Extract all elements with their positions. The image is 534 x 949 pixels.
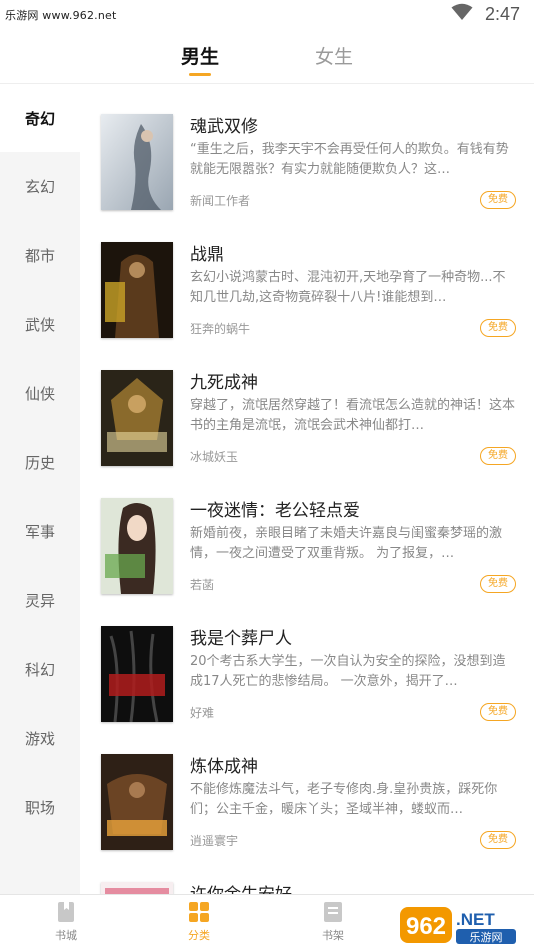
category-item-xuanhuan[interactable]: 玄幻 bbox=[0, 152, 80, 220]
tab-female[interactable]: 女生 bbox=[294, 42, 374, 69]
book-cover[interactable] bbox=[101, 242, 173, 338]
nav-category[interactable]: 分类 bbox=[164, 900, 234, 943]
book-title: 我是个葬尸人 bbox=[190, 629, 292, 649]
book-item[interactable]: 战鼎 玄幻小说鸿蒙古时、混沌初开,天地孕育了一种奇物...不知几世几劫,这奇物竟… bbox=[80, 212, 534, 340]
book-item[interactable]: 炼体成神 不能修炼魔法斗气，老子专修肉.身.皇孙贵族，踩死你们；公主千金，暖床丫… bbox=[80, 724, 534, 852]
logo-suffix: .NET bbox=[456, 910, 495, 929]
free-badge: 免费 bbox=[480, 319, 516, 337]
free-badge: 免费 bbox=[480, 703, 516, 721]
category-grid-icon bbox=[187, 900, 211, 924]
category-item-junshi[interactable]: 军事 bbox=[0, 497, 80, 565]
category-item-qihuan[interactable]: 奇幻 bbox=[0, 84, 80, 152]
book-title: 九死成神 bbox=[190, 373, 258, 393]
book-title: 炼体成神 bbox=[190, 757, 258, 777]
clock: 2:47 bbox=[484, 3, 520, 24]
free-badge: 免费 bbox=[480, 191, 516, 209]
book-item[interactable]: 一夜迷情：老公轻点爱 新婚前夜，亲眼目睹了未婚夫许嘉良与闺蜜秦梦瑶的激情，一夜之… bbox=[80, 468, 534, 596]
status-bar: 乐游网 www.962.net 2:47 bbox=[0, 0, 534, 28]
free-badge: 免费 bbox=[480, 447, 516, 465]
book-cover[interactable] bbox=[101, 114, 173, 210]
book-cover[interactable] bbox=[101, 626, 173, 722]
book-author: 逍遥寰宇 bbox=[190, 834, 239, 848]
book-item[interactable]: 魂武双修 “重生之后，我李天宇不会再受任何人的欺负。有钱有势就能无限嚣张？有实力… bbox=[80, 84, 534, 212]
category-item-kehuan[interactable]: 科幻 bbox=[0, 635, 80, 703]
book-description: 穿越了，流氓居然穿越了！看流氓怎么造就的神话！这本书的主角是流氓，流氓会武术神仙… bbox=[190, 398, 516, 433]
book-description: “重生之后，我李天宇不会再受任何人的欺负。有钱有势就能无限嚣张？有实力就能随便欺… bbox=[190, 142, 509, 177]
nav-bookshelf[interactable]: 书架 bbox=[298, 900, 368, 943]
book-cover[interactable] bbox=[101, 370, 173, 466]
book-item[interactable]: 许你余生安好 bbox=[80, 852, 534, 894]
logo-name: 乐游网 bbox=[470, 931, 503, 944]
book-item[interactable]: 我是个葬尸人 20个考古系大学生，一次自认为安全的探险，没想到造成17人死亡的悲… bbox=[80, 596, 534, 724]
nav-label: 分类 bbox=[188, 929, 210, 942]
book-title: 魂武双修 bbox=[190, 117, 258, 137]
book-author: 冰城妖玉 bbox=[190, 450, 239, 464]
nav-label: 书架 bbox=[322, 929, 344, 942]
tab-male[interactable]: 男生 bbox=[160, 42, 240, 69]
category-item-wuxia[interactable]: 武侠 bbox=[0, 290, 80, 358]
category-item-lishi[interactable]: 历史 bbox=[0, 428, 80, 496]
nav-bookstore[interactable]: 书城 bbox=[31, 900, 101, 943]
top-tab-bar: 男生 女生 bbox=[0, 28, 534, 84]
book-author: 好难 bbox=[190, 706, 215, 720]
book-item[interactable]: 九死成神 穿越了，流氓居然穿越了！看流氓怎么造就的神话！这本书的主角是流氓，流氓… bbox=[80, 340, 534, 468]
book-description: 20个考古系大学生，一次自认为安全的探险，没想到造成17人死亡的悲惨结局。 一次… bbox=[190, 654, 506, 689]
book-title: 一夜迷情：老公轻点爱 bbox=[190, 501, 360, 521]
book-list: 魂武双修 “重生之后，我李天宇不会再受任何人的欺负。有钱有势就能无限嚣张？有实力… bbox=[80, 84, 534, 894]
category-item-zhichang[interactable]: 职场 bbox=[0, 773, 80, 841]
bookshelf-icon bbox=[321, 900, 345, 924]
free-badge: 免费 bbox=[480, 575, 516, 593]
book-description: 玄幻小说鸿蒙古时、混沌初开,天地孕育了一种奇物...不知几世几劫,这奇物竟碎裂十… bbox=[190, 270, 506, 305]
logo-number: 962 bbox=[406, 913, 446, 940]
book-description: 不能修炼魔法斗气，老子专修肉.身.皇孙贵族，踩死你们；公主千金，暖床丫头；圣域半… bbox=[190, 782, 498, 817]
book-description: 新婚前夜，亲眼目睹了未婚夫许嘉良与闺蜜秦梦瑶的激情，一夜之间遭受了双重背叛。 为… bbox=[190, 526, 503, 561]
book-cover[interactable] bbox=[101, 882, 173, 894]
category-item-lingyi[interactable]: 灵异 bbox=[0, 566, 80, 634]
book-author: 若菡 bbox=[190, 578, 215, 592]
book-author: 狂奔的蜗牛 bbox=[190, 322, 251, 336]
book-icon bbox=[54, 900, 78, 924]
free-badge: 免费 bbox=[480, 831, 516, 849]
book-cover[interactable] bbox=[101, 498, 173, 594]
category-item-dushi[interactable]: 都市 bbox=[0, 221, 80, 289]
book-title: 战鼎 bbox=[190, 245, 224, 265]
category-sidebar: 奇幻 玄幻 都市 武侠 仙侠 历史 军事 灵异 科幻 游戏 职场 bbox=[0, 84, 80, 894]
watermark-text: 乐游网 www.962.net bbox=[5, 9, 117, 22]
category-item-youxi[interactable]: 游戏 bbox=[0, 704, 80, 772]
book-title: 许你余生安好 bbox=[190, 880, 292, 894]
watermark-logo: 962 .NET 乐游网 bbox=[398, 903, 530, 947]
nav-label: 书城 bbox=[55, 929, 77, 942]
book-cover[interactable] bbox=[101, 754, 173, 850]
bottom-navigation: 书城 分类 书架 962 .NET 乐游网 bbox=[0, 894, 534, 949]
book-author: 新闻工作者 bbox=[190, 194, 251, 208]
category-item-xianxia[interactable]: 仙侠 bbox=[0, 359, 80, 427]
active-tab-indicator bbox=[189, 73, 211, 76]
wifi-icon bbox=[451, 3, 473, 25]
